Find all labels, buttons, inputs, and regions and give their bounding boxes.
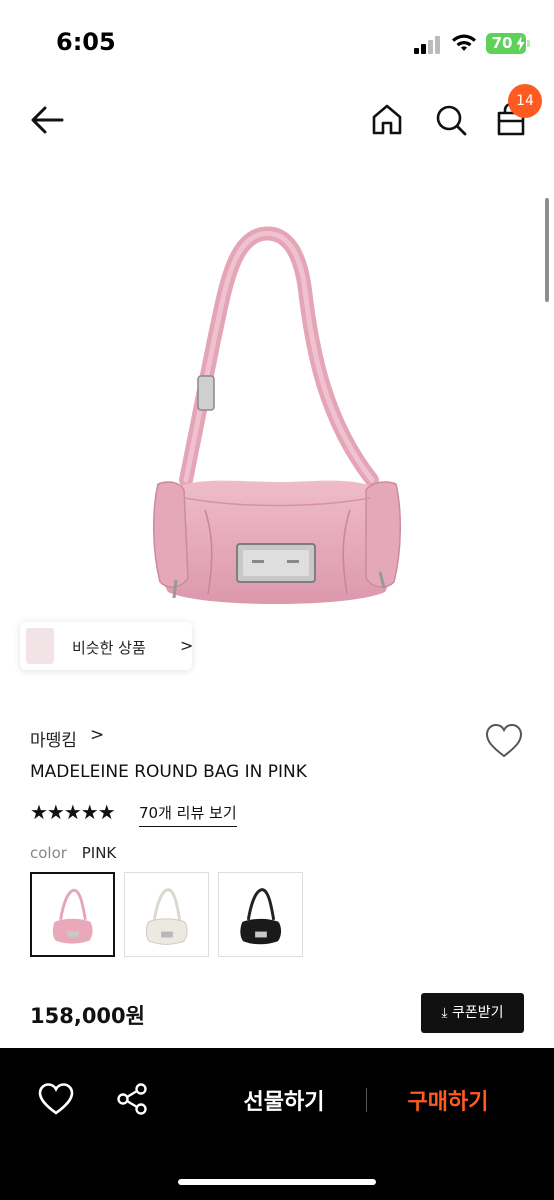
similar-product-thumbnail xyxy=(26,628,54,664)
color-swatch-black[interactable] xyxy=(218,872,303,957)
scroll-indicator[interactable] xyxy=(545,198,549,302)
rating-stars: ★★★★★ xyxy=(30,800,116,824)
wifi-icon xyxy=(452,34,476,51)
heart-icon[interactable] xyxy=(38,1082,74,1116)
chevron-right-icon: > xyxy=(90,725,105,745)
divider xyxy=(366,1088,367,1112)
similar-products-button[interactable]: 비슷한 상품 > xyxy=(20,622,194,670)
color-swatch-cream[interactable] xyxy=(124,872,209,957)
share-icon[interactable] xyxy=(114,1082,150,1116)
home-icon[interactable] xyxy=(366,99,408,141)
cellular-signal-icon xyxy=(414,36,442,54)
battery-level: 70 xyxy=(491,34,513,52)
charging-bolt-icon xyxy=(516,36,525,51)
home-indicator xyxy=(178,1179,376,1185)
cream-bag-thumbnail xyxy=(145,888,188,945)
similar-products-label: 비슷한 상품 xyxy=(72,639,146,657)
coupon-download-button[interactable]: ⤓ 쿠폰받기 xyxy=(421,993,524,1033)
product-price: 158,000원 xyxy=(30,1004,145,1028)
chevron-right-icon: > xyxy=(180,636,194,655)
status-bar: 6:05 70 xyxy=(0,0,554,80)
bottom-action-bar: 선물하기 구매하기 xyxy=(0,1048,554,1200)
top-nav xyxy=(0,84,554,156)
status-time: 6:05 xyxy=(56,28,116,56)
battery-icon: 70 xyxy=(486,33,526,54)
color-label: color xyxy=(30,844,67,862)
heart-icon[interactable] xyxy=(484,722,524,760)
color-value: PINK xyxy=(81,844,117,862)
gift-button[interactable]: 선물하기 xyxy=(226,1084,342,1116)
battery-tip xyxy=(527,40,530,47)
back-arrow-icon[interactable] xyxy=(28,100,68,140)
brand-name-link[interactable]: 마뗑킴 xyxy=(30,726,77,751)
product-title: MADELEINE ROUND BAG IN PINK xyxy=(30,762,307,782)
pink-bag-thumbnail xyxy=(52,888,93,944)
buy-button[interactable]: 구매하기 xyxy=(390,1084,506,1116)
black-bag-thumbnail xyxy=(240,888,282,945)
cart-count-badge: 14 xyxy=(508,84,542,118)
color-option-row: color PINK xyxy=(30,844,116,862)
product-image[interactable] xyxy=(0,180,554,630)
review-link[interactable]: 70개 리뷰 보기 xyxy=(139,802,237,827)
search-icon[interactable] xyxy=(430,99,472,141)
color-swatch-pink[interactable] xyxy=(30,872,115,957)
